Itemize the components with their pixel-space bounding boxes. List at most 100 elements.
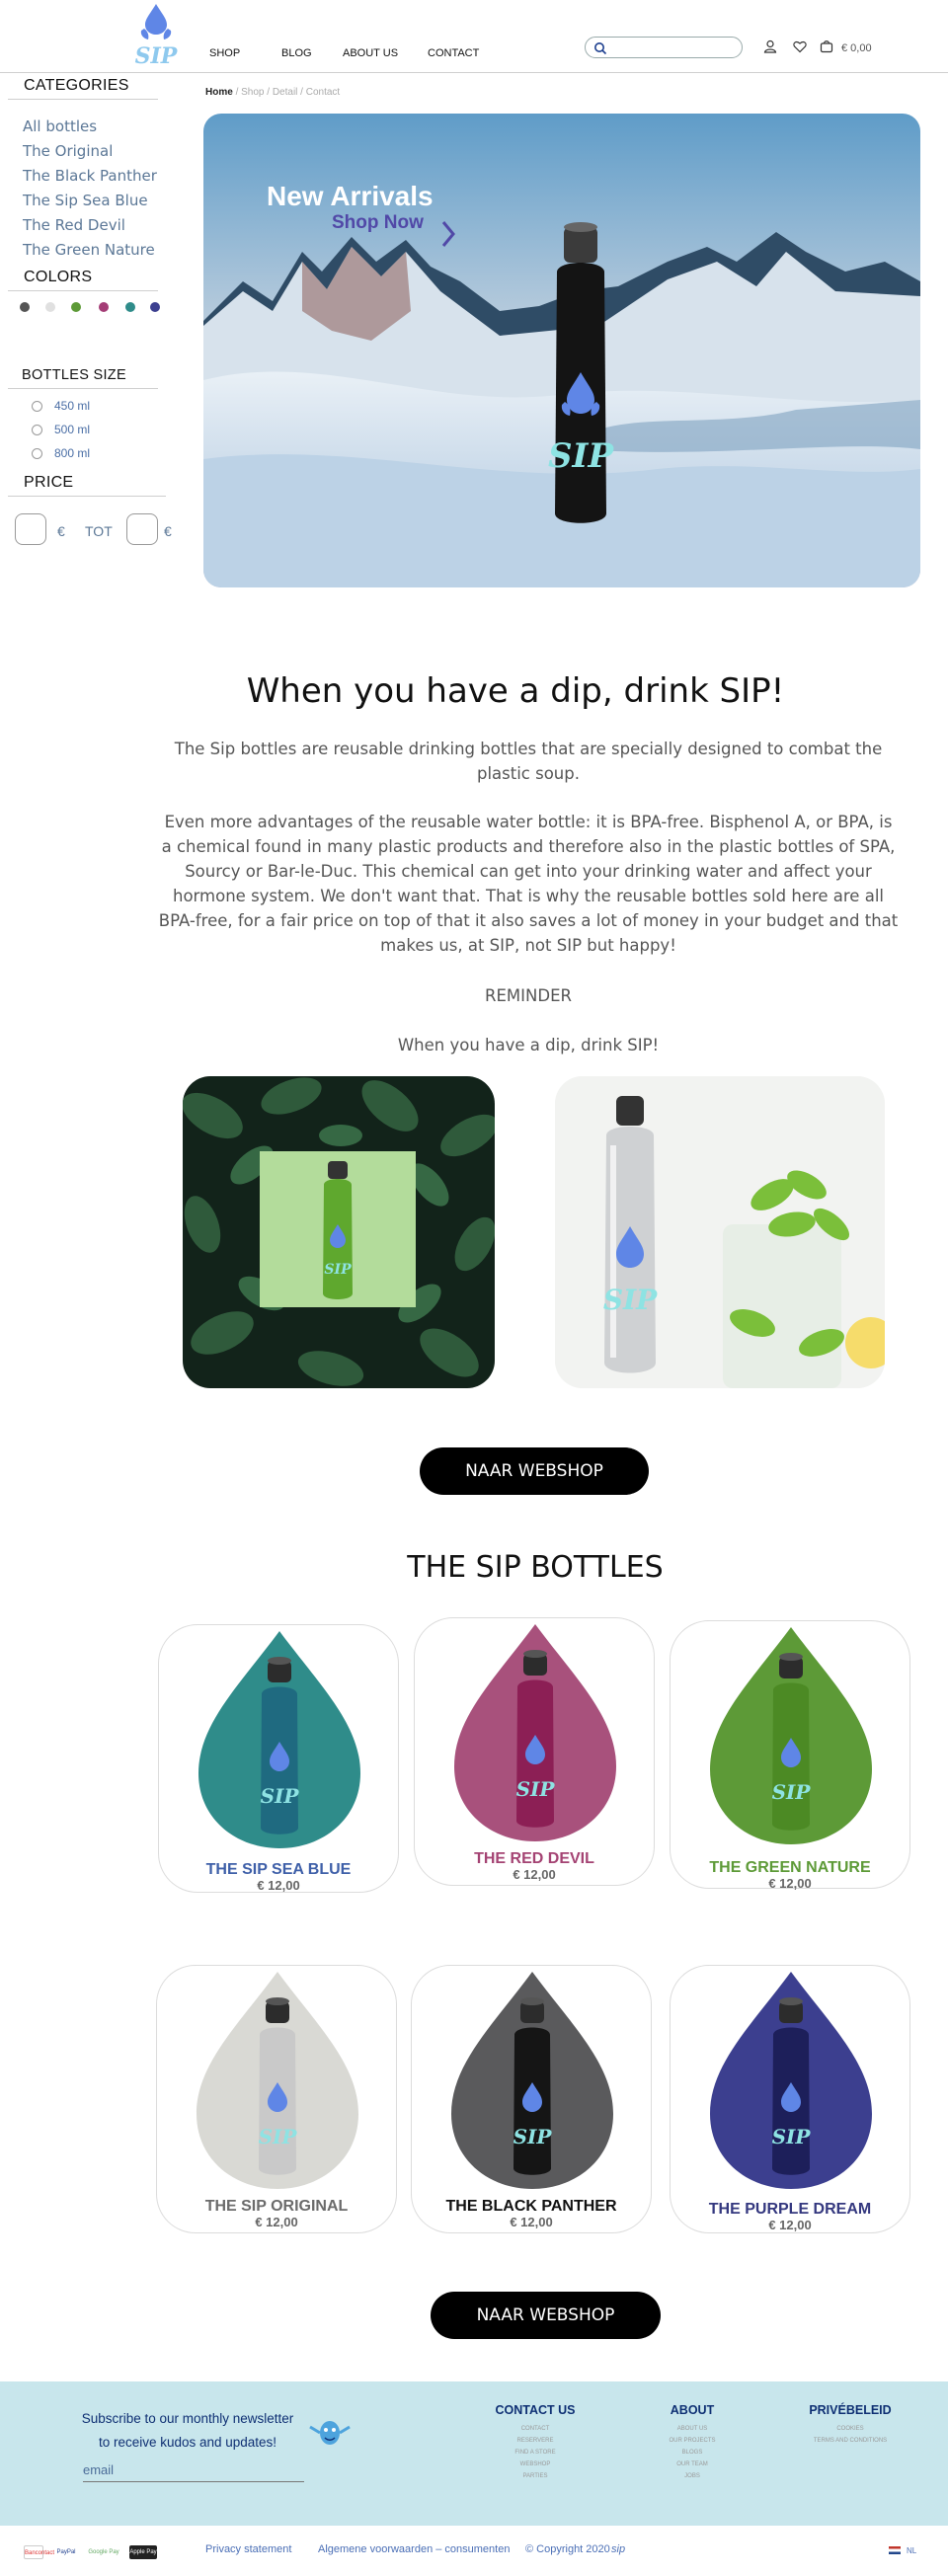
category-all-bottles[interactable]: All bottles bbox=[23, 117, 97, 135]
product-card[interactable]: SIP THE SIP ORIGINAL € 12,00 bbox=[156, 1965, 397, 2233]
footer-link[interactable]: COOKIES bbox=[790, 2423, 910, 2435]
product-card[interactable]: SIP THE PURPLE DREAM € 12,00 bbox=[670, 1965, 910, 2233]
footer-link[interactable]: WEBSHOP bbox=[480, 2459, 591, 2470]
nav-shop[interactable]: SHOP bbox=[209, 47, 240, 59]
hero-banner[interactable]: SIP New Arrivals Shop Now bbox=[203, 114, 920, 587]
svg-text:SIP: SIP bbox=[135, 43, 179, 69]
product-price: € 12,00 bbox=[257, 1878, 300, 1893]
product-price: € 12,00 bbox=[768, 1876, 812, 1891]
color-swatch[interactable] bbox=[45, 302, 55, 312]
breadcrumb-trail[interactable]: / Shop / Detail / Contact bbox=[236, 87, 341, 98]
product-card[interactable]: SIP THE GREEN NATURE € 12,00 bbox=[670, 1620, 910, 1891]
category-black-panther[interactable]: The Black Panther bbox=[23, 167, 157, 185]
footer-link[interactable]: OUR TEAM bbox=[652, 2459, 733, 2470]
footer-privacy-title: PRIVÉBELEID bbox=[809, 2403, 892, 2417]
mascot-icon bbox=[309, 2421, 351, 2445]
category-green-nature[interactable]: The Green Nature bbox=[23, 241, 155, 259]
size-option-800[interactable]: 800 ml bbox=[32, 446, 90, 460]
price-to-label: TOT bbox=[85, 523, 113, 539]
terms-link[interactable]: Algemene voorwaarden – consumenten bbox=[318, 2543, 510, 2555]
footer-link[interactable]: JOBS bbox=[652, 2470, 733, 2482]
product-name[interactable]: THE SIP SEA BLUE bbox=[159, 1861, 398, 1879]
footer-link[interactable]: ABOUT US bbox=[652, 2423, 733, 2435]
size-option-500[interactable]: 500 ml bbox=[32, 423, 90, 436]
size-heading: BOTTLES SIZE bbox=[22, 367, 126, 383]
svg-text:SIP: SIP bbox=[261, 1784, 300, 1808]
footer-link[interactable]: TERMS AND CONDITIONS bbox=[790, 2435, 910, 2447]
color-swatch[interactable] bbox=[150, 302, 160, 312]
svg-text:SIP: SIP bbox=[603, 1284, 658, 1316]
svg-text:SIP: SIP bbox=[516, 1777, 556, 1801]
nav-contact[interactable]: CONTACT bbox=[428, 47, 479, 59]
color-swatch[interactable] bbox=[71, 302, 81, 312]
footer-link[interactable]: BLOGS bbox=[652, 2447, 733, 2459]
price-min-input[interactable] bbox=[15, 513, 46, 545]
intro-headline: When you have a dip, drink SIP! bbox=[246, 671, 785, 711]
footer-link[interactable]: CONTACT bbox=[480, 2423, 591, 2435]
category-the-original[interactable]: The Original bbox=[23, 142, 113, 160]
price-heading: PRICE bbox=[24, 474, 74, 491]
color-swatch[interactable] bbox=[99, 302, 109, 312]
product-image: SIP bbox=[710, 1972, 872, 2189]
reminder-text: REMINDER bbox=[485, 986, 572, 1005]
svg-text:SIP: SIP bbox=[772, 2125, 812, 2148]
naar-webshop-button-bottom[interactable]: NAAR WEBSHOP bbox=[431, 2292, 661, 2339]
user-icon[interactable] bbox=[763, 39, 777, 53]
hero-title: New Arrivals bbox=[267, 181, 434, 211]
nl-flag-icon[interactable] bbox=[889, 2546, 901, 2554]
radio-button[interactable] bbox=[32, 448, 42, 459]
footer: Subscribe to our monthly newsletter to r… bbox=[0, 2381, 948, 2526]
product-image: SIP bbox=[198, 1631, 360, 1848]
heart-icon[interactable] bbox=[793, 39, 807, 53]
nav-about-us[interactable]: ABOUT US bbox=[343, 47, 398, 59]
privacy-statement-link[interactable]: Privacy statement bbox=[205, 2543, 291, 2555]
product-name[interactable]: THE GREEN NATURE bbox=[671, 1859, 909, 1877]
tagline-text: When you have a dip, drink SIP! bbox=[397, 1036, 660, 1054]
nav-blog[interactable]: BLOG bbox=[281, 47, 312, 59]
footer-link[interactable]: OUR PROJECTS bbox=[652, 2435, 733, 2447]
size-option-450[interactable]: 450 ml bbox=[32, 399, 90, 413]
shop-now-link[interactable]: Shop Now bbox=[332, 212, 424, 234]
breadcrumb-home[interactable]: Home bbox=[205, 87, 233, 98]
footer-link[interactable]: PARTIES bbox=[480, 2470, 591, 2482]
svg-text:SIP: SIP bbox=[514, 2125, 553, 2148]
naar-webshop-button[interactable]: NAAR WEBSHOP bbox=[420, 1447, 649, 1495]
radio-button[interactable] bbox=[32, 425, 42, 435]
radio-button[interactable] bbox=[32, 401, 42, 412]
mojito-bottle-photo: SIP bbox=[555, 1076, 885, 1388]
currency-label: € bbox=[164, 523, 172, 539]
category-red-devil[interactable]: The Red Devil bbox=[23, 216, 125, 234]
categories-heading: CATEGORIES bbox=[24, 77, 129, 94]
footer-link[interactable]: RESERVERE bbox=[480, 2435, 591, 2447]
category-sea-blue[interactable]: The Sip Sea Blue bbox=[23, 192, 148, 209]
price-max-input[interactable] bbox=[126, 513, 158, 545]
cart-icon[interactable] bbox=[820, 39, 833, 53]
color-swatch[interactable] bbox=[125, 302, 135, 312]
product-name[interactable]: THE PURPLE DREAM bbox=[671, 2201, 909, 2219]
product-card[interactable]: SIP THE RED DEVIL € 12,00 bbox=[414, 1617, 655, 1886]
product-card[interactable]: SIP THE BLACK PANTHER € 12,00 bbox=[411, 1965, 652, 2233]
footer-about-column: ABOUT ABOUT US OUR PROJECTS BLOGS OUR TE… bbox=[652, 2403, 733, 2482]
search-input[interactable] bbox=[585, 37, 743, 58]
footer-contact-column: CONTACT US CONTACT RESERVERE FIND A STOR… bbox=[480, 2403, 591, 2482]
cart-total[interactable]: € 0,00 bbox=[841, 42, 872, 54]
footer-privacy-column: PRIVÉBELEID COOKIES TERMS AND CONDITIONS bbox=[790, 2403, 910, 2447]
chevron-right-icon[interactable] bbox=[440, 220, 456, 248]
currency-label: € bbox=[57, 523, 65, 539]
sip-logo[interactable]: SIP bbox=[131, 2, 181, 69]
svg-text:SIP: SIP bbox=[259, 2125, 298, 2148]
product-image: SIP bbox=[197, 1972, 358, 2189]
language-label[interactable]: NL bbox=[907, 2546, 916, 2555]
copyright-text: © Copyright 2020 bbox=[525, 2543, 610, 2555]
product-name[interactable]: THE RED DEVIL bbox=[415, 1850, 654, 1868]
product-image: SIP bbox=[710, 1627, 872, 1844]
email-input[interactable]: email bbox=[83, 2462, 304, 2482]
color-swatch[interactable] bbox=[20, 302, 30, 312]
paypal-icon: PayPal bbox=[56, 2549, 76, 2555]
product-name[interactable]: THE BLACK PANTHER bbox=[412, 2198, 651, 2216]
product-price: € 12,00 bbox=[255, 2215, 298, 2229]
product-card[interactable]: SIP THE SIP SEA BLUE € 12,00 bbox=[158, 1624, 399, 1893]
footer-contact-title: CONTACT US bbox=[495, 2403, 576, 2417]
product-name[interactable]: THE SIP ORIGINAL bbox=[157, 2198, 396, 2216]
footer-link[interactable]: FIND A STORE bbox=[480, 2447, 591, 2459]
